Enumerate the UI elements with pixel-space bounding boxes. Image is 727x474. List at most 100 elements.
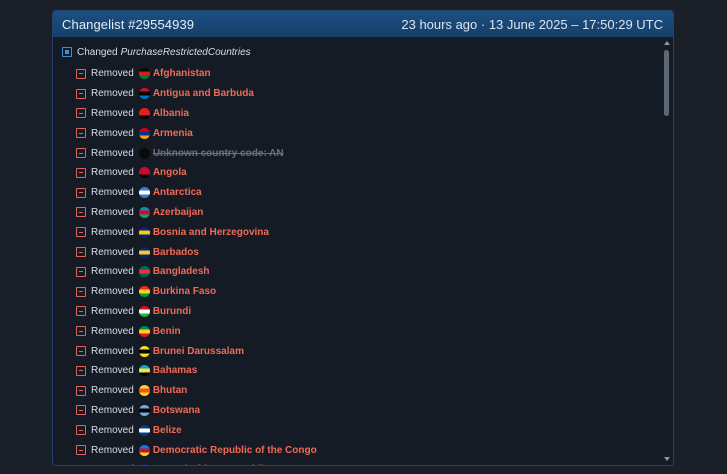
list-item: Removed Azerbaijan: [76, 203, 317, 223]
removed-label: Removed: [91, 226, 134, 238]
burkina-faso-flag-icon: [138, 286, 150, 298]
country-name[interactable]: Brunei Darussalam: [153, 346, 244, 357]
country-name[interactable]: Democratic Republic of the Congo: [153, 445, 317, 456]
changelist-timestamp: 23 hours ago · 13 June 2025 – 17:50:29 U…: [401, 16, 663, 32]
botswana-flag-icon: [138, 404, 150, 416]
country-name[interactable]: Belize: [153, 425, 182, 436]
albania-flag-icon: [138, 107, 150, 119]
list-item: Removed Bosnia and Herzegovina: [76, 222, 317, 242]
removed-label: Removed: [91, 266, 134, 278]
removed-minus-icon: [76, 365, 86, 376]
country-name[interactable]: Burundi: [153, 306, 191, 317]
country-name[interactable]: Antarctica: [153, 187, 202, 198]
removed-label: Removed: [91, 107, 134, 119]
removed-minus-icon: [76, 326, 86, 337]
list-item: Removed Antarctica: [76, 183, 317, 203]
removed-minus-icon: [76, 68, 86, 79]
list-item: Removed Benin: [76, 321, 317, 341]
removed-minus-icon: [76, 445, 86, 456]
country-name[interactable]: Barbados: [153, 247, 199, 258]
list-item: Removed Antigua and Barbuda: [76, 84, 317, 104]
burundi-flag-icon: [138, 305, 150, 317]
bahamas-flag-icon: [138, 365, 150, 377]
central-african-republic-flag-icon: [138, 464, 150, 465]
removed-label: Removed: [91, 147, 134, 159]
list-item: Removed Burundi: [76, 302, 317, 322]
list-item: Removed Barbados: [76, 242, 317, 262]
unknown-flag-icon: [138, 147, 150, 159]
country-name[interactable]: Botswana: [153, 405, 200, 416]
country-name[interactable]: Bangladesh: [153, 266, 210, 277]
list-item: Removed Unknown country code: AN: [76, 143, 317, 163]
changed-prefix: Changed: [77, 46, 118, 58]
changed-field-name: PurchaseRestrictedCountries: [120, 46, 251, 58]
removed-label: Removed: [91, 345, 134, 357]
removed-label: Removed: [91, 88, 134, 100]
brunei-flag-icon: [138, 345, 150, 357]
country-name[interactable]: Central African Republic: [153, 464, 269, 465]
removed-label: Removed: [91, 286, 134, 298]
removed-minus-icon: [76, 167, 86, 178]
changelist-content: Changed PurchaseRestrictedCountries Remo…: [53, 37, 661, 465]
removed-minus-icon: [76, 148, 86, 159]
removed-label: Removed: [91, 325, 134, 337]
azerbaijan-flag-icon: [138, 206, 150, 218]
country-name[interactable]: Bosnia and Herzegovina: [153, 227, 269, 238]
removed-label: Removed: [91, 385, 134, 397]
removed-label: Removed: [91, 68, 134, 80]
scrollbar[interactable]: [661, 37, 673, 465]
removed-minus-icon: [76, 88, 86, 99]
country-name[interactable]: Bahamas: [153, 365, 197, 376]
list-item: Removed Albania: [76, 104, 317, 124]
list-item: Removed Belize: [76, 420, 317, 440]
list-item: Removed Burkina Faso: [76, 282, 317, 302]
removed-label: Removed: [91, 127, 134, 139]
list-item: Removed Bahamas: [76, 361, 317, 381]
scroll-down-arrow-icon[interactable]: [664, 457, 670, 461]
changelist-panel: Changelist #29554939 23 hours ago · 13 J…: [52, 10, 674, 466]
scroll-up-arrow-icon[interactable]: [664, 41, 670, 45]
list-item: Removed Armenia: [76, 123, 317, 143]
changelist-title[interactable]: Changelist #29554939: [62, 17, 194, 32]
list-item: Removed Central African Republic: [76, 460, 317, 465]
benin-flag-icon: [138, 325, 150, 337]
removed-label: Removed: [91, 365, 134, 377]
removed-minus-icon: [76, 247, 86, 258]
removed-minus-icon: [76, 207, 86, 218]
removed-country-list: Removed Afghanistan Removed Antigua and Bar…: [76, 64, 317, 465]
country-name[interactable]: Angola: [153, 167, 187, 178]
belize-flag-icon: [138, 424, 150, 436]
removed-minus-icon: [76, 346, 86, 357]
removed-minus-icon: [76, 187, 86, 198]
barbados-flag-icon: [138, 246, 150, 258]
scrollbar-thumb[interactable]: [664, 50, 669, 116]
country-name[interactable]: Burkina Faso: [153, 286, 216, 297]
country-name[interactable]: Afghanistan: [153, 68, 211, 79]
removed-minus-icon: [76, 128, 86, 139]
country-name[interactable]: Azerbaijan: [153, 207, 204, 218]
list-item: Removed Botswana: [76, 401, 317, 421]
removed-minus-icon: [76, 108, 86, 119]
list-item: Removed Bhutan: [76, 381, 317, 401]
country-name[interactable]: Unknown country code: AN: [153, 148, 284, 159]
changed-field-row: Changed PurchaseRestrictedCountries: [62, 44, 251, 60]
country-name[interactable]: Bhutan: [153, 385, 187, 396]
removed-label: Removed: [91, 167, 134, 179]
country-name[interactable]: Armenia: [153, 128, 193, 139]
removed-minus-icon: [76, 266, 86, 277]
country-name[interactable]: Benin: [153, 326, 181, 337]
removed-label: Removed: [91, 464, 134, 465]
removed-label: Removed: [91, 424, 134, 436]
afghanistan-flag-icon: [138, 68, 150, 80]
country-name[interactable]: Antigua and Barbuda: [153, 88, 254, 99]
removed-minus-icon: [76, 425, 86, 436]
removed-minus-icon: [76, 306, 86, 317]
removed-minus-icon: [76, 286, 86, 297]
dr-congo-flag-icon: [138, 444, 150, 456]
list-item: Removed Angola: [76, 163, 317, 183]
armenia-flag-icon: [138, 127, 150, 139]
removed-label: Removed: [91, 246, 134, 258]
list-item: Removed Brunei Darussalam: [76, 341, 317, 361]
country-name[interactable]: Albania: [153, 108, 189, 119]
changed-expand-icon[interactable]: [62, 47, 72, 57]
